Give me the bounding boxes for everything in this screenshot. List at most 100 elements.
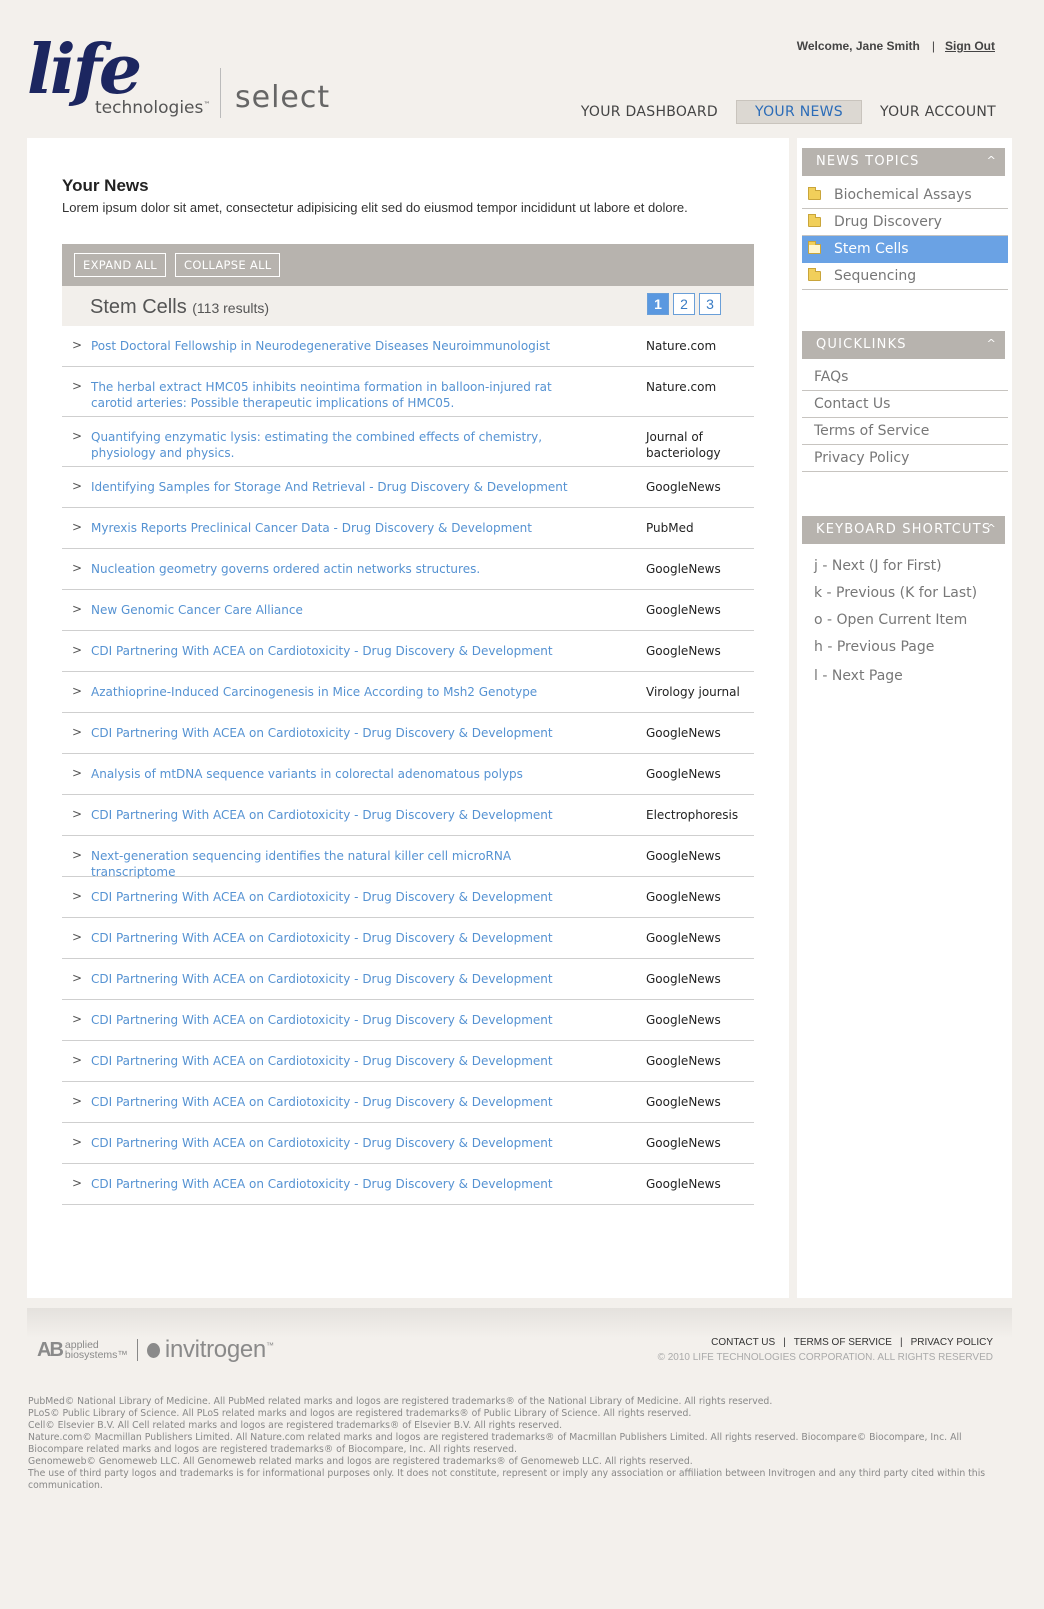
footer-contact-link[interactable]: CONTACT US (711, 1337, 775, 1348)
topic-sequencing[interactable]: Sequencing (802, 263, 1008, 290)
news-source: GoogleNews (646, 562, 721, 576)
quicklink-terms-of-service[interactable]: Terms of Service (802, 418, 1008, 445)
collapse-caret-icon[interactable]: ^ (987, 337, 997, 350)
expand-arrow-icon[interactable]: > (72, 429, 82, 443)
news-title-link[interactable]: CDI Partnering With ACEA on Cardiotoxici… (91, 1094, 591, 1110)
expand-arrow-icon[interactable]: > (72, 520, 82, 534)
quicklinks-header[interactable]: QUICKLINKS ^ (802, 331, 1005, 359)
news-title-link[interactable]: Post Doctoral Fellowship in Neurodegener… (91, 338, 591, 354)
expand-arrow-icon[interactable]: > (72, 971, 82, 985)
expand-arrow-icon[interactable]: > (72, 848, 82, 862)
news-title-link[interactable]: CDI Partnering With ACEA on Cardiotoxici… (91, 1053, 591, 1069)
news-title-link[interactable]: CDI Partnering With ACEA on Cardiotoxici… (91, 807, 591, 823)
news-title-link[interactable]: New Genomic Cancer Care Alliance (91, 602, 591, 618)
news-title-link[interactable]: Next-generation sequencing identifies th… (91, 848, 591, 880)
news-row: > Identifying Samples for Storage And Ret… (62, 467, 754, 508)
page-2-button[interactable]: 2 (673, 293, 695, 315)
news-row: > New Genomic Cancer Care Alliance GoogleN… (62, 590, 754, 631)
page-description: Lorem ipsum dolor sit amet, consectetur … (62, 200, 688, 215)
news-title-link[interactable]: CDI Partnering With ACEA on Cardiotoxici… (91, 930, 591, 946)
expand-arrow-icon[interactable]: > (72, 561, 82, 575)
shortcut-item: l - Next Page (814, 668, 903, 684)
news-source: GoogleNews (646, 767, 721, 781)
expand-arrow-icon[interactable]: > (72, 602, 82, 616)
nav-your-dashboard[interactable]: YOUR DASHBOARD (563, 101, 736, 123)
collapse-all-button[interactable]: COLLAPSE ALL (175, 253, 281, 277)
page-1-button[interactable]: 1 (647, 293, 669, 315)
shortcut-item: o - Open Current Item (814, 612, 968, 628)
expand-arrow-icon[interactable]: > (72, 684, 82, 698)
topic-biochemical-assays[interactable]: Biochemical Assays (802, 182, 1008, 209)
news-topics-header[interactable]: NEWS TOPICS ^ (802, 148, 1005, 176)
news-title-link[interactable]: CDI Partnering With ACEA on Cardiotoxici… (91, 725, 591, 741)
collapse-caret-icon[interactable]: ^ (987, 154, 997, 167)
news-row: > Quantifying enzymatic lysis: estimating… (62, 417, 754, 467)
quicklink-contact-us[interactable]: Contact Us (802, 391, 1008, 418)
expand-arrow-icon[interactable]: > (72, 889, 82, 903)
news-row: > Post Doctoral Fellowship in Neurodegene… (62, 326, 754, 367)
news-row: > CDI Partnering With ACEA on Cardiotoxic… (62, 1164, 754, 1205)
news-title-link[interactable]: Myrexis Reports Preclinical Cancer Data … (91, 520, 591, 536)
news-source: GoogleNews (646, 972, 721, 986)
news-title-link[interactable]: CDI Partnering With ACEA on Cardiotoxici… (91, 889, 591, 905)
footer-privacy-link[interactable]: PRIVACY POLICY (911, 1337, 993, 1348)
footer-links: CONTACT US | TERMS OF SERVICE | PRIVACY … (711, 1337, 993, 1348)
expand-arrow-icon[interactable]: > (72, 1053, 82, 1067)
news-row: > CDI Partnering With ACEA on Cardiotoxic… (62, 877, 754, 918)
news-title-link[interactable]: Nucleation geometry governs ordered acti… (91, 561, 591, 577)
news-source: GoogleNews (646, 726, 721, 740)
shortcut-item: j - Next (J for First) (814, 558, 942, 574)
expand-arrow-icon[interactable]: > (72, 766, 82, 780)
expand-arrow-icon[interactable]: > (72, 1094, 82, 1108)
keyboard-shortcuts-header[interactable]: KEYBOARD SHORTCUTS ^ (802, 516, 1005, 544)
news-source: GoogleNews (646, 849, 721, 863)
sidebar: NEWS TOPICS ^ Biochemical Assays Drug Di… (797, 138, 1012, 1298)
news-title-link[interactable]: CDI Partnering With ACEA on Cardiotoxici… (91, 971, 591, 987)
topic-stem-cells[interactable]: Stem Cells (802, 236, 1008, 263)
news-title-link[interactable]: Identifying Samples for Storage And Retr… (91, 479, 591, 495)
welcome-text: Welcome, Jane Smith (796, 39, 920, 53)
news-title-link[interactable]: CDI Partnering With ACEA on Cardiotoxici… (91, 1012, 591, 1028)
nav-your-account[interactable]: YOUR ACCOUNT (862, 101, 996, 123)
invitrogen-logo-text: invitrogen™ (164, 1336, 274, 1363)
news-title-link[interactable]: CDI Partnering With ACEA on Cardiotoxici… (91, 1176, 591, 1192)
news-row: > Next-generation sequencing identifies t… (62, 836, 754, 880)
quicklink-privacy-policy[interactable]: Privacy Policy (802, 445, 1008, 472)
sign-out-link[interactable]: Sign Out (945, 39, 995, 53)
expand-arrow-icon[interactable]: > (72, 725, 82, 739)
news-source: GoogleNews (646, 480, 721, 494)
news-title-link[interactable]: Quantifying enzymatic lysis: estimating … (91, 429, 591, 461)
footer-terms-link[interactable]: TERMS OF SERVICE (794, 1337, 892, 1348)
news-row: > Analysis of mtDNA sequence variants in … (62, 754, 754, 795)
expand-arrow-icon[interactable]: > (72, 1135, 82, 1149)
expand-arrow-icon[interactable]: > (72, 1176, 82, 1190)
topic-title: Stem Cells (113 results) (90, 296, 270, 318)
news-title-link[interactable]: CDI Partnering With ACEA on Cardiotoxici… (91, 643, 591, 659)
life-technologies-logo[interactable]: life technologies™ select (27, 36, 329, 126)
shortcut-item: k - Previous (K for Last) (814, 585, 978, 601)
expand-arrow-icon[interactable]: > (72, 1012, 82, 1026)
expand-arrow-icon[interactable]: > (72, 338, 82, 352)
folder-icon (808, 187, 821, 200)
expand-arrow-icon[interactable]: > (72, 930, 82, 944)
expand-arrow-icon[interactable]: > (72, 479, 82, 493)
news-source: GoogleNews (646, 890, 721, 904)
expand-arrow-icon[interactable]: > (72, 379, 82, 393)
expand-all-button[interactable]: EXPAND ALL (74, 253, 167, 277)
nav-your-news[interactable]: YOUR NEWS (736, 100, 862, 124)
collapse-caret-icon[interactable]: ^ (987, 522, 997, 535)
expand-arrow-icon[interactable]: > (72, 807, 82, 821)
legal-line: PLoS© Public Library of Science. All PLo… (28, 1408, 692, 1419)
news-source: GoogleNews (646, 603, 721, 617)
topic-drug-discovery[interactable]: Drug Discovery (802, 209, 1008, 236)
logo-divider (136, 1339, 138, 1361)
news-title-link[interactable]: CDI Partnering With ACEA on Cardiotoxici… (91, 1135, 591, 1151)
page-3-button[interactable]: 3 (699, 293, 721, 315)
news-title-link[interactable]: Azathioprine-Induced Carcinogenesis in M… (91, 684, 591, 700)
expand-arrow-icon[interactable]: > (72, 643, 82, 657)
invitrogen-icon (146, 1342, 160, 1358)
quicklink-faqs[interactable]: FAQs (802, 364, 1008, 391)
news-source: GoogleNews (646, 1136, 721, 1150)
news-title-link[interactable]: The herbal extract HMC05 inhibits neoint… (91, 379, 591, 411)
news-title-link[interactable]: Analysis of mtDNA sequence variants in c… (91, 766, 591, 782)
